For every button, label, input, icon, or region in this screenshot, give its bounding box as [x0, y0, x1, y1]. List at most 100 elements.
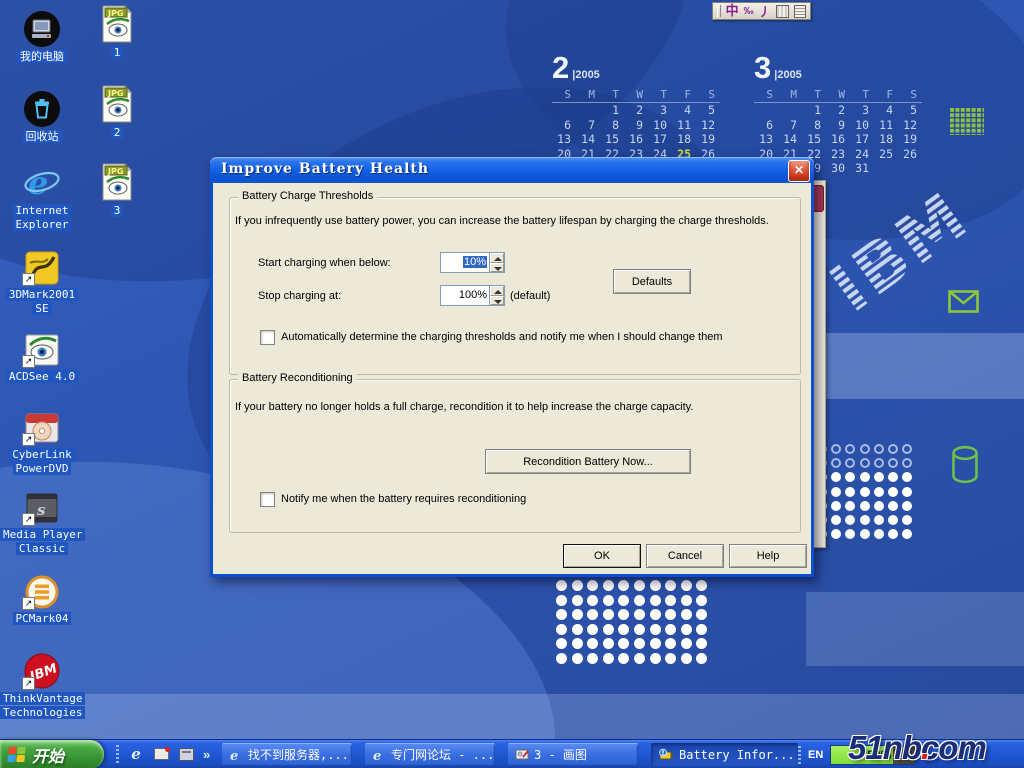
- wallpaper-dot: [681, 653, 692, 664]
- quick-launch-show-desktop-icon[interactable]: [178, 746, 194, 762]
- shortcut-arrow-icon: ↗: [22, 677, 35, 690]
- desktop-icon-jpg-file[interactable]: JPG 1: [86, 2, 148, 60]
- acdsee-icon[interactable]: ↗: [0, 326, 84, 368]
- desktop-icon-label[interactable]: 3: [86, 204, 148, 218]
- jpg-file-icon[interactable]: JPG: [86, 2, 148, 44]
- task-button-4[interactable]: Battery Infor...: [651, 743, 798, 766]
- stop-charging-label: Stop charging at:: [258, 290, 341, 302]
- month-number: 3: [754, 50, 771, 85]
- ime-punctuation-icon[interactable]: ‰: [744, 6, 754, 17]
- task-button-3[interactable]: 3 - 画图: [508, 743, 638, 766]
- spin-up-button[interactable]: [490, 253, 504, 263]
- pcmark-icon[interactable]: ↗: [0, 568, 84, 610]
- ime-pen-icon[interactable]: 丿: [759, 3, 771, 20]
- wallpaper-dot: [587, 638, 598, 649]
- start-charging-input[interactable]: 10%: [440, 252, 489, 273]
- desktop-icon-label[interactable]: PCMark04: [0, 612, 84, 626]
- start-button-label: 开始: [32, 743, 64, 767]
- task-button-label: 找不到服务器,...: [248, 746, 349, 763]
- recycle-bin-icon[interactable]: [0, 86, 84, 128]
- wallpaper-dot: [860, 472, 870, 482]
- mpc-icon[interactable]: s↗: [0, 484, 84, 526]
- dialog-titlebar[interactable]: Improve Battery Health ✕: [210, 157, 814, 183]
- desktop-icon-jpg-file[interactable]: JPG 3: [86, 160, 148, 218]
- wallpaper-dot: [831, 501, 841, 511]
- internet-explorer-icon[interactable]: e: [0, 160, 84, 202]
- weekday-header: S: [552, 88, 576, 103]
- desktop-icon-label[interactable]: 我的电脑: [0, 50, 84, 64]
- wallpaper-dot: [650, 624, 661, 635]
- desktop-icon-label[interactable]: ThinkVantage Technologies: [0, 692, 84, 720]
- wallpaper-dot: [860, 529, 870, 539]
- quick-launch-grip[interactable]: [116, 745, 119, 763]
- desktop-icon-label[interactable]: 1: [86, 46, 148, 60]
- task-button-1[interactable]: e找不到服务器,...: [222, 743, 352, 766]
- spin-down-button[interactable]: [490, 263, 504, 273]
- calendar-day: [754, 103, 778, 118]
- auto-determine-checkbox-label[interactable]: Automatically determine the charging thr…: [281, 331, 722, 343]
- spin-down-button[interactable]: [490, 296, 504, 306]
- shortcut-arrow-icon: ↗: [22, 513, 35, 526]
- my-computer-icon[interactable]: [0, 6, 84, 48]
- quick-launch-chevron-icon[interactable]: »: [203, 747, 210, 762]
- desktop-icon-label[interactable]: 3DMark2001 SE: [0, 288, 84, 316]
- desktop-icon-label[interactable]: Internet Explorer: [0, 204, 84, 232]
- notify-recondition-checkbox[interactable]: [260, 492, 275, 507]
- start-button[interactable]: 开始: [0, 740, 104, 768]
- desktop-icon-label[interactable]: 回收站: [0, 130, 84, 144]
- desktop-icon-label[interactable]: CyberLink PowerDVD: [0, 448, 84, 476]
- desktop-icon-label[interactable]: 2: [86, 126, 148, 140]
- calendar-day: 1: [600, 103, 624, 118]
- svg-text:JPG: JPG: [107, 9, 123, 18]
- help-button[interactable]: Help: [729, 544, 807, 568]
- desktop-icon-threedmark[interactable]: ↗ 3DMark2001 SE: [0, 244, 84, 316]
- ime-chinese-mode-icon[interactable]: 中: [726, 3, 739, 19]
- quick-launch-mail-icon[interactable]: [153, 746, 169, 762]
- desktop-icon-recycle-bin[interactable]: 回收站: [0, 86, 84, 144]
- start-charging-spinner: 10%: [440, 252, 505, 273]
- auto-determine-checkbox[interactable]: [260, 330, 275, 345]
- wallpaper-dot: [634, 653, 645, 664]
- cancel-button[interactable]: Cancel: [646, 544, 724, 568]
- desktop-icon-mpc[interactable]: s↗ Media Player Classic: [0, 484, 84, 556]
- desktop-icon-acdsee[interactable]: ↗ ACDSee 4.0: [0, 326, 84, 384]
- wallpaper-dot: [650, 595, 661, 606]
- desktop-icon-label[interactable]: ACDSee 4.0: [0, 370, 84, 384]
- jpg-file-icon[interactable]: JPG: [86, 160, 148, 202]
- task-button-2[interactable]: e专门网论坛 - ...: [365, 743, 495, 766]
- group-title: Battery Reconditioning: [238, 372, 357, 384]
- tray-grip[interactable]: [798, 746, 801, 764]
- ok-button[interactable]: OK: [563, 544, 641, 568]
- desktop-icon-label[interactable]: Media Player Classic: [0, 528, 84, 556]
- spin-up-button[interactable]: [490, 286, 504, 296]
- jpg-file-icon[interactable]: JPG: [86, 82, 148, 124]
- desktop-icon-thinkvantage[interactable]: IBM↗ ThinkVantage Technologies: [0, 648, 84, 720]
- desktop-icon-internet-explorer[interactable]: e Internet Explorer: [0, 160, 84, 232]
- defaults-button[interactable]: Defaults: [613, 269, 691, 294]
- wallpaper-dot: [572, 638, 583, 649]
- calendar-day: 12: [898, 118, 922, 133]
- desktop-icon-powerdvd[interactable]: ↗ CyberLink PowerDVD: [0, 404, 84, 476]
- language-indicator[interactable]: EN: [808, 749, 823, 761]
- ime-grip[interactable]: [717, 5, 721, 17]
- calendar-day: 10: [648, 118, 672, 133]
- watermark-text: com: [921, 729, 986, 766]
- quick-launch-ie-icon[interactable]: e: [128, 746, 144, 762]
- close-button[interactable]: ✕: [788, 160, 810, 182]
- stop-charging-spinner: 100%: [440, 285, 505, 306]
- desktop-icon-my-computer[interactable]: 我的电脑: [0, 6, 84, 64]
- ime-options-menu-icon[interactable]: [794, 5, 806, 18]
- ime-language-bar[interactable]: 中 ‰ 丿: [712, 2, 811, 20]
- recondition-battery-now-button[interactable]: Recondition Battery Now...: [485, 449, 691, 474]
- thinkvantage-icon[interactable]: IBM↗: [0, 648, 84, 690]
- stop-charging-input[interactable]: 100%: [440, 285, 489, 306]
- powerdvd-icon[interactable]: ↗: [0, 404, 84, 446]
- wallpaper-dot: [860, 458, 870, 468]
- desktop-icon-pcmark[interactable]: ↗ PCMark04: [0, 568, 84, 626]
- notify-recondition-checkbox-label[interactable]: Notify me when the battery requires reco…: [281, 493, 526, 505]
- threedmark-icon[interactable]: ↗: [0, 244, 84, 286]
- ime-soft-keyboard-icon[interactable]: [776, 5, 790, 18]
- weekday-header: S: [696, 88, 720, 103]
- wallpaper-dot: [634, 580, 645, 591]
- desktop-icon-jpg-file[interactable]: JPG 2: [86, 82, 148, 140]
